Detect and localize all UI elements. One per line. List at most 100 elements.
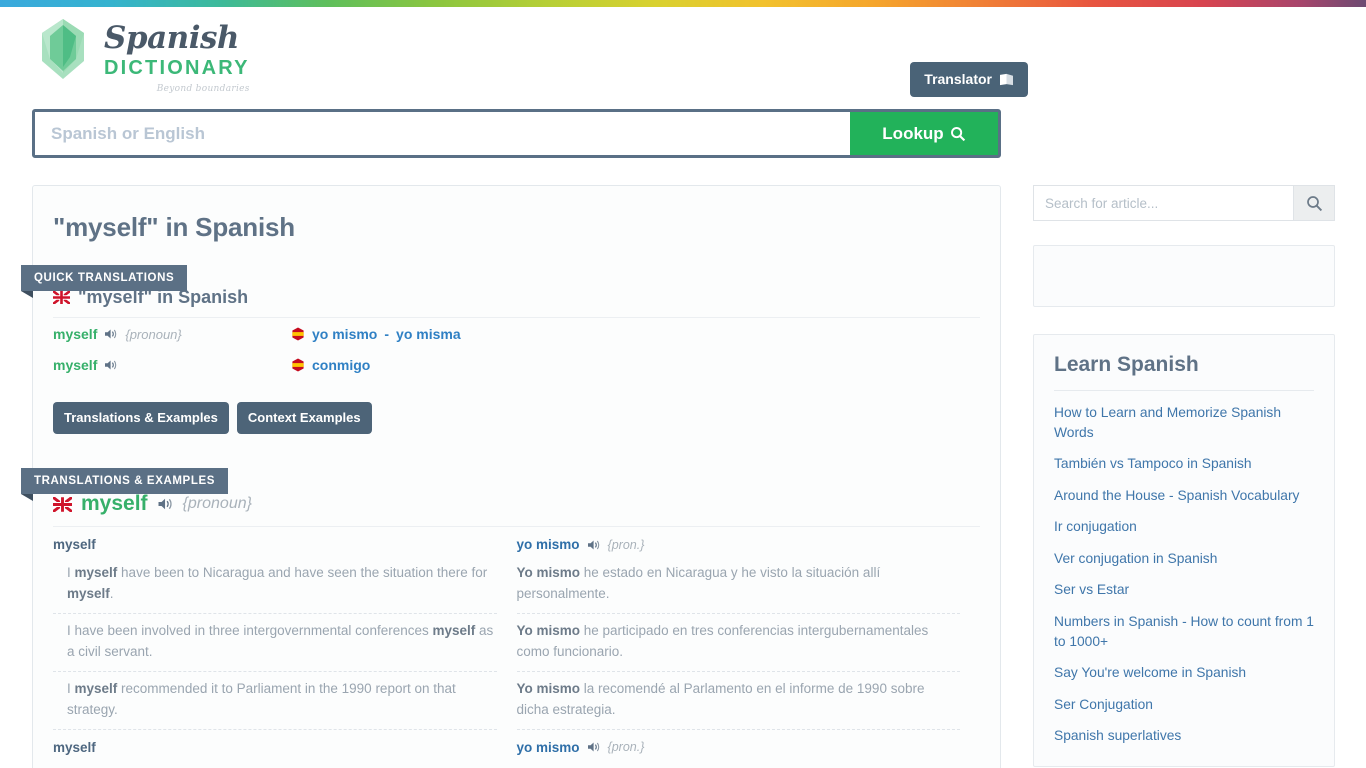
example-sentence-spanish: Yo mismo he estado en Nicaragua y he vis… [516, 556, 960, 614]
translations-examples-ribbon: TRANSLATIONS & EXAMPLES [21, 468, 228, 501]
example-column-spanish: yo mismo {pron.} [517, 740, 981, 759]
site-header: Spanish DICTIONARY Beyond boundaries Tra… [0, 7, 1366, 99]
uk-flag-icon [53, 291, 70, 304]
logo-script-text: Spanish [104, 20, 239, 56]
sentence-highlight: Yo mismo [516, 680, 581, 696]
quick-translation-text-alt[interactable]: yo misma [396, 326, 461, 342]
leaf-logo-icon [42, 19, 84, 79]
quick-translation-term[interactable]: myself [53, 326, 97, 342]
example-rows-spanish: Yo mismo he estado en Nicaragua y he vis… [516, 556, 960, 730]
sidebar-link[interactable]: Around the House - Spanish Vocabulary [1054, 474, 1314, 506]
translator-button[interactable]: Translator [910, 62, 1028, 97]
example-column-english: myself I myself have been to Nicaragua a… [53, 537, 517, 730]
rainbow-gradient-bar [0, 0, 1366, 7]
uk-flag-icon [53, 496, 72, 512]
sentence-highlight: Yo mismo [516, 622, 581, 638]
example-head-spanish-pos: {pron.} [607, 537, 645, 552]
example-sentence-spanish: Yo mismo la recomendé al Parlamento en e… [516, 672, 960, 730]
logo-tagline: Beyond boundaries [156, 84, 250, 94]
book-icon [1000, 73, 1013, 85]
example-head-spanish: yo mismo {pron.} [517, 740, 961, 759]
main-search-input[interactable] [35, 112, 850, 155]
learn-spanish-panel: Learn Spanish How to Learn and Memorize … [1033, 334, 1335, 767]
speaker-icon[interactable] [104, 328, 118, 340]
site-logo[interactable]: Spanish DICTIONARY Beyond boundaries [32, 15, 250, 94]
speaker-icon[interactable] [587, 741, 601, 753]
translations-examples-term: myself [81, 492, 148, 515]
quick-translation-text[interactable]: yo mismo [312, 326, 377, 342]
page-title: "myself" in Spanish [53, 212, 295, 242]
example-rows-english: I myself have been to Nicaragua and have… [53, 556, 497, 730]
search-icon [950, 126, 965, 141]
quick-translation-source: myself {pronoun} [53, 326, 291, 342]
quick-translations-ribbon: QUICK TRANSLATIONS [21, 265, 188, 298]
sidebar-link[interactable]: Ser vs Estar [1054, 568, 1314, 600]
sentence-part: I [67, 680, 75, 696]
example-sentence-english: I myself recommended it to Parliament in… [53, 672, 497, 730]
spain-flag-icon [292, 358, 304, 372]
quick-translation-term[interactable]: myself [53, 357, 97, 373]
sentence-part: I have been involved in three intergover… [67, 622, 433, 638]
example-head-spanish-text[interactable]: yo mismo [517, 740, 580, 755]
speaker-icon[interactable] [157, 497, 174, 511]
article-search-button[interactable] [1293, 185, 1335, 221]
quick-translation-row[interactable]: myself conmigo [53, 349, 980, 380]
quick-translation-source: myself [53, 357, 291, 373]
quick-translation-text[interactable]: conmigo [312, 357, 370, 373]
sidebar-link[interactable]: También vs Tampoco in Spanish [1054, 442, 1314, 474]
sidebar-link[interactable]: Ver conjugation in Spanish [1054, 537, 1314, 569]
speaker-icon[interactable] [104, 359, 118, 371]
example-head-spanish-pos: {pron.} [607, 740, 645, 755]
sentence-highlight: Yo mismo [516, 565, 581, 580]
quick-translation-row[interactable]: myself {pronoun} yo mismo - yo misma [53, 318, 980, 349]
example-sentence-english: I myself have been to Nicaragua and have… [53, 556, 497, 614]
sidebar-link[interactable]: Say You're welcome in Spanish [1054, 651, 1314, 683]
tab-context-examples[interactable]: Context Examples [236, 402, 372, 434]
main-content-card: "myself" in Spanish QUICK TRANSLATIONS "… [21, 185, 1001, 768]
sidebar-link[interactable]: Spanish superlatives [1054, 714, 1314, 746]
example-group: myself yo mismo {pron.} [53, 730, 980, 759]
sentence-highlight: myself [74, 565, 118, 580]
lookup-button-label: Lookup [882, 123, 944, 143]
sidebar-link[interactable]: Ser Conjugation [1054, 683, 1314, 715]
translations-examples-pos: {pronoun} [182, 495, 252, 512]
right-sidebar: Learn Spanish How to Learn and Memorize … [1033, 185, 1335, 767]
example-column-spanish: yo mismo {pron.} Yo mismo he estado en N… [516, 537, 981, 730]
main-search-box: Lookup [32, 109, 1001, 158]
example-group: myself I myself have been to Nicaragua a… [53, 527, 980, 730]
sentence-part: have been to Nicaragua and have seen the… [117, 565, 488, 580]
quick-translation-target: conmigo [291, 357, 370, 373]
sentence-part: recommended it to Parliament in the 1990… [67, 680, 456, 717]
sentence-highlight: myself [74, 680, 118, 696]
example-head-spanish-text[interactable]: yo mismo [517, 537, 580, 552]
speaker-icon[interactable] [587, 539, 601, 551]
sentence-highlight: myself [67, 585, 110, 601]
article-search-box [1033, 185, 1335, 221]
search-icon [1306, 195, 1322, 211]
spain-flag-icon [292, 327, 304, 341]
example-sentence-spanish: Yo mismo he participado en tres conferen… [516, 614, 960, 672]
lookup-button[interactable]: Lookup [850, 112, 998, 155]
quick-translation-separator: - [384, 326, 390, 342]
quick-translation-target: yo mismo - yo misma [291, 326, 461, 342]
main-search-row: Lookup [0, 99, 1366, 272]
example-head-english: myself [53, 739, 96, 755]
sidebar-link[interactable]: How to Learn and Memorize Spanish Words [1054, 391, 1314, 442]
quick-translations-heading: "myself" in Spanish [53, 265, 980, 318]
translations-examples-section: myself {pronoun} myself I myself have be… [33, 468, 1000, 759]
example-head-english: myself [53, 537, 96, 552]
example-head-spanish: yo mismo {pron.} [517, 537, 961, 556]
example-column-english: myself [53, 740, 517, 759]
translator-button-label: Translator [924, 71, 992, 87]
tab-translations-examples[interactable]: Translations & Examples [53, 402, 229, 434]
sentence-part: I [67, 565, 75, 580]
example-tabs: Translations & Examples Context Examples [53, 380, 980, 434]
learn-spanish-title: Learn Spanish [1054, 353, 1314, 391]
logo-dictionary-text: DICTIONARY [104, 57, 250, 79]
sidebar-ad-placeholder [1033, 245, 1335, 307]
sidebar-link[interactable]: Numbers in Spanish - How to count from 1… [1054, 600, 1314, 651]
sentence-part: . [109, 585, 114, 601]
article-search-input[interactable] [1033, 185, 1293, 221]
example-sentence-english: I have been involved in three intergover… [53, 614, 497, 672]
sidebar-link[interactable]: Ir conjugation [1054, 505, 1314, 537]
